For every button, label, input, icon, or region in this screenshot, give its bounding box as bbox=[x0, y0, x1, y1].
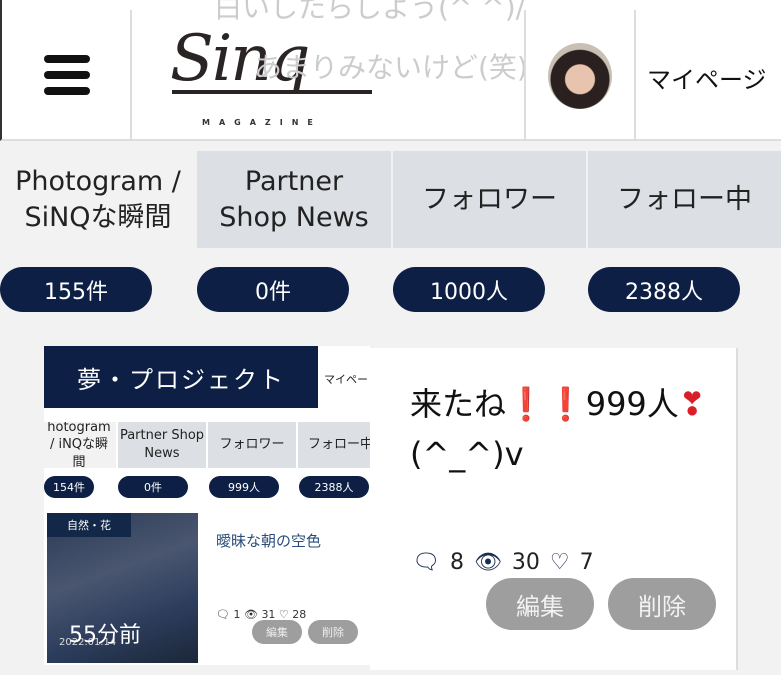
shared-count: 154件 bbox=[44, 476, 94, 498]
shared-edit: 編集 bbox=[252, 620, 302, 644]
shared-tab: hotogram / iNQな瞬間 bbox=[44, 422, 116, 468]
post-image[interactable]: 夢・プロジェクト マイペー hotogram / iNQな瞬間 Partner … bbox=[44, 346, 370, 665]
post-text: 来たね❗❗999人❣(^_^)v bbox=[410, 385, 706, 473]
count-badge[interactable]: 0件 bbox=[197, 267, 349, 312]
mypage-link[interactable]: マイページ bbox=[647, 60, 767, 95]
count-badge[interactable]: 155件 bbox=[0, 267, 152, 312]
shared-count: 999人 bbox=[209, 476, 279, 498]
comment-icon[interactable]: 🗨 bbox=[412, 550, 440, 575]
post-stats: 🗨 8 👁 30 ♡ 7 bbox=[412, 550, 594, 575]
count-badge[interactable]: 2388人 bbox=[588, 267, 740, 312]
shared-mypage: マイペー bbox=[324, 373, 368, 386]
heart-icon[interactable]: ♡ bbox=[550, 550, 570, 575]
edit-button[interactable]: 編集 bbox=[486, 578, 594, 630]
tab-followers[interactable]: フォロワー bbox=[393, 151, 586, 248]
count-badge[interactable]: 1000人 bbox=[393, 267, 545, 312]
post-card[interactable]: 来たね❗❗999人❣(^_^)v 🗨 8 👁 30 ♡ 7 編集 削除 bbox=[370, 348, 738, 670]
like-count: 7 bbox=[579, 550, 594, 575]
sky-photo: 自然・花 2022.01.14 55分前 bbox=[47, 513, 198, 663]
shared-count: 2388人 bbox=[299, 476, 369, 498]
tab-following[interactable]: フォロー中 bbox=[588, 151, 781, 248]
shared-stats: 🗨 1 👁 31 ♡ 28 bbox=[216, 608, 307, 621]
view-count: 30 bbox=[511, 550, 540, 575]
shared-delete: 削除 bbox=[308, 620, 358, 644]
time-ago: 55分前 bbox=[69, 623, 141, 648]
shared-tab: Partner Shop News bbox=[118, 422, 206, 468]
shared-tab: フォロー中 bbox=[298, 422, 370, 468]
avatar[interactable] bbox=[548, 43, 612, 109]
delete-button[interactable]: 削除 bbox=[608, 578, 716, 630]
header: 白いしたらしよう(^ ^)/ Sinq MAGAZINE あまりみないけど(笑)… bbox=[0, 0, 781, 141]
comment-count: 8 bbox=[449, 550, 464, 575]
tab-photogram[interactable]: Photogram / SiNQな瞬間 bbox=[0, 151, 196, 248]
shared-tab: フォロワー bbox=[208, 422, 296, 468]
shared-count: 0件 bbox=[118, 476, 188, 498]
shared-title: 夢・プロジェクト bbox=[44, 346, 318, 408]
logo-subtitle: MAGAZINE bbox=[202, 118, 322, 127]
hamburger-menu-icon[interactable] bbox=[44, 55, 90, 95]
shared-post-title: 曖昧な朝の空色 bbox=[216, 532, 322, 550]
tab-partner-shop-news[interactable]: Partner Shop News bbox=[197, 151, 391, 248]
overlay-text: あまりみないけど(笑) bbox=[254, 51, 528, 84]
eye-icon: 👁 bbox=[473, 550, 502, 575]
category-label: 自然・花 bbox=[47, 513, 131, 537]
